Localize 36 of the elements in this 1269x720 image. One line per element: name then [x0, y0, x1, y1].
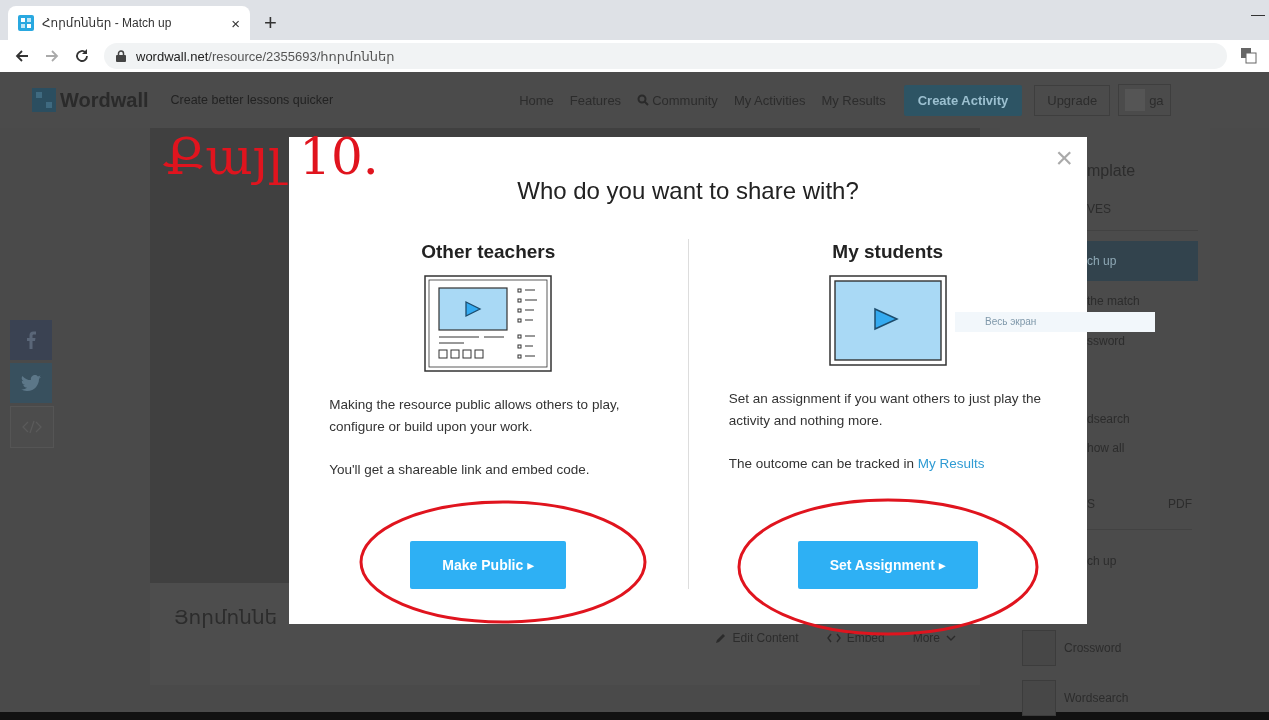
- forward-icon[interactable]: [44, 48, 60, 64]
- logo-icon: [32, 88, 56, 112]
- close-button[interactable]: ×: [1055, 143, 1073, 173]
- description-text: Making the resource public allows others to play, configure or build upon your work.: [329, 396, 621, 436]
- search-icon: [637, 94, 650, 106]
- dialog-title: Who do you want to share with?: [517, 177, 859, 205]
- reload-icon[interactable]: [74, 48, 90, 64]
- code-icon: [826, 633, 841, 643]
- close-tab-button[interactable]: ×: [231, 14, 240, 32]
- twitter-share-button[interactable]: [10, 363, 52, 403]
- description-text: The outcome can be tracked in My Results: [728, 455, 986, 473]
- description-text: Set an assignment if you want others to just play the activity and nothing more.: [728, 390, 1042, 430]
- description-text: You'll get a shareable link and embed code.: [329, 461, 591, 479]
- back-icon[interactable]: [14, 48, 30, 64]
- facebook-icon: [26, 331, 36, 349]
- create-activity-button[interactable]: Create Activity: [903, 84, 1023, 116]
- tab-title: Հորմոններ - Match up: [42, 16, 173, 30]
- bird-icon: [21, 375, 41, 391]
- caret-icon: [946, 634, 956, 642]
- tooltip: Весь экран: [955, 312, 1155, 332]
- translate-icon[interactable]: [1241, 48, 1257, 64]
- facebook-share-button[interactable]: [10, 320, 52, 360]
- address-bar[interactable]: wordwall.net/resource/2355693/հորմոններ: [104, 43, 1227, 69]
- url-text: wordwall.net/resource/2355693/հորմոններ: [136, 48, 395, 64]
- pencil-icon: [714, 632, 727, 644]
- option-heading: My students: [832, 241, 944, 263]
- my-results-link[interactable]: My Results: [917, 456, 985, 471]
- option-heading: Other teachers: [421, 241, 556, 263]
- share-option-button[interactable]: Make Public ▸: [410, 541, 567, 589]
- browser-tab[interactable]: Հորմոններ - Match up ×: [8, 6, 250, 40]
- share-option-button[interactable]: Set Assignment ▸: [797, 541, 978, 589]
- grid-icon: [18, 15, 34, 31]
- lock-icon: [116, 50, 126, 62]
- thumbnail[interactable]: [1022, 680, 1056, 716]
- minimize-button[interactable]: —: [1251, 6, 1265, 22]
- new-tab-button[interactable]: +: [264, 12, 277, 34]
